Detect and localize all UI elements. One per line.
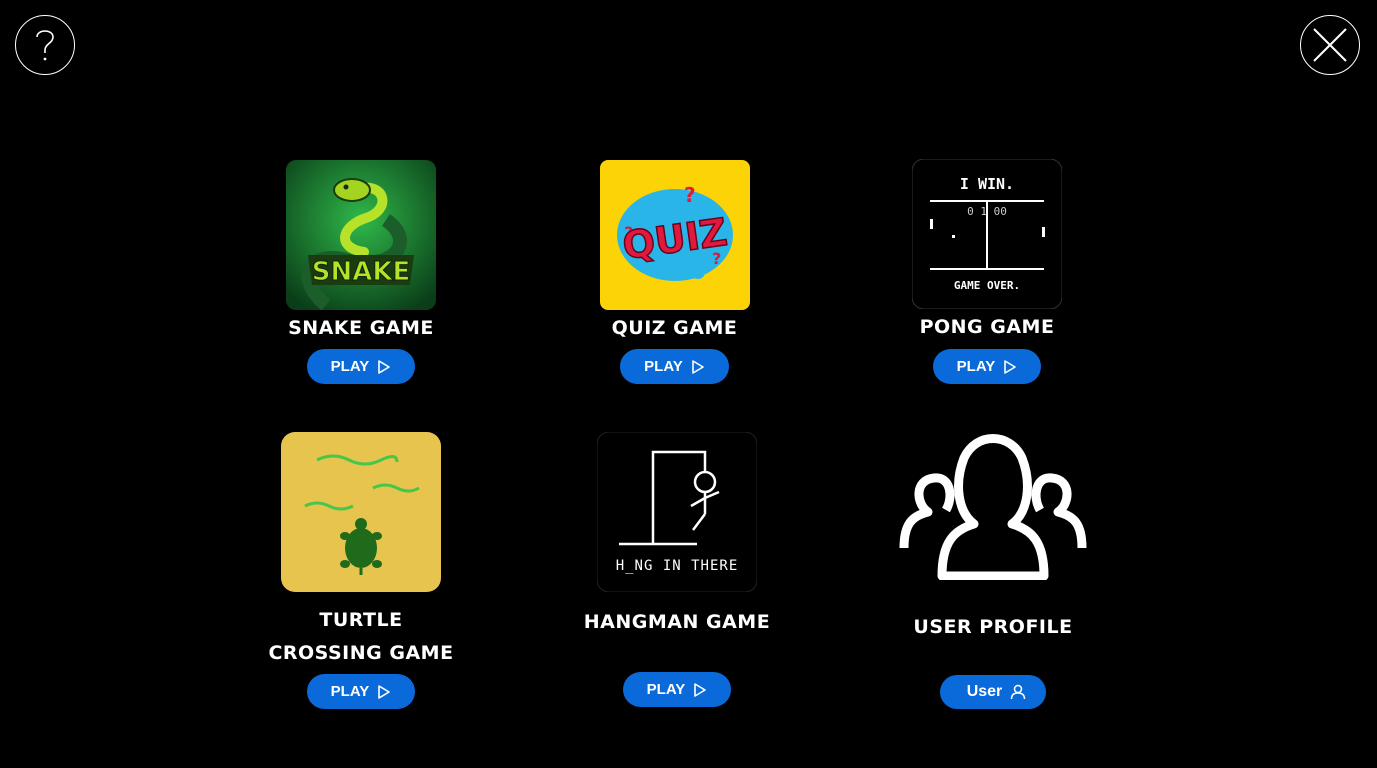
game-card-pong: I WIN. 0 1 00 GAME OVER. PONG GAME PLAY (887, 159, 1087, 384)
play-label: PLAY (956, 358, 996, 375)
game-title: HANGMAN GAME (583, 611, 771, 633)
pong-thumbnail-top: I WIN. (960, 175, 1014, 193)
help-button[interactable] (15, 15, 75, 75)
play-label: PLAY (330, 358, 370, 375)
game-title: TURTLE CROSSING GAME (268, 609, 454, 664)
user-button-label: User (966, 683, 1003, 700)
pong-game-thumbnail: I WIN. 0 1 00 GAME OVER. (912, 159, 1062, 309)
user-button[interactable]: User (939, 675, 1047, 709)
close-button[interactable] (1300, 15, 1360, 75)
game-title: SNAKE GAME (288, 317, 434, 339)
play-button-turtle[interactable]: PLAY (306, 674, 416, 709)
play-label: PLAY (644, 358, 683, 375)
play-label: PLAY (646, 681, 686, 698)
quiz-game-thumbnail: ? ? ? QUIZ (599, 160, 750, 310)
svg-text:?: ? (684, 183, 696, 207)
profile-title: USER PROFILE (913, 616, 1073, 638)
play-button-quiz[interactable]: PLAY (620, 349, 729, 384)
play-icon (692, 359, 704, 374)
snake-thumbnail-text: SNAKE (312, 257, 411, 287)
game-title: PONG GAME (919, 316, 1055, 338)
game-card-snake: SNAKE SNAKE GAME PLAY (261, 160, 461, 384)
game-card-turtle: TURTLE CROSSING GAME PLAY (251, 432, 471, 709)
question-icon (36, 30, 54, 61)
hangman-game-thumbnail: H_NG IN THERE (597, 432, 757, 592)
turtle-game-thumbnail (281, 432, 441, 592)
play-icon (694, 682, 707, 697)
close-icon (1313, 28, 1347, 62)
hangman-thumbnail-text: H_NG IN THERE (616, 558, 739, 574)
user-profile-card: USER PROFILE User (883, 432, 1103, 709)
play-label: PLAY (330, 683, 370, 700)
play-icon (378, 359, 391, 374)
play-button-snake[interactable]: PLAY (306, 349, 416, 384)
users-icon (899, 434, 1087, 580)
pong-thumbnail-bottom: GAME OVER. (954, 279, 1020, 292)
play-button-hangman[interactable]: PLAY (622, 672, 732, 707)
game-title: QUIZ GAME (611, 317, 738, 339)
game-card-hangman: H_NG IN THERE HANGMAN GAME PLAY (567, 432, 787, 707)
user-icon (1011, 684, 1026, 700)
play-icon (378, 684, 391, 699)
snake-game-thumbnail: SNAKE (286, 160, 436, 310)
game-card-quiz: ? ? ? QUIZ QUIZ GAME PLAY (572, 160, 777, 384)
play-button-pong[interactable]: PLAY (932, 349, 1042, 384)
play-icon (1004, 359, 1017, 374)
